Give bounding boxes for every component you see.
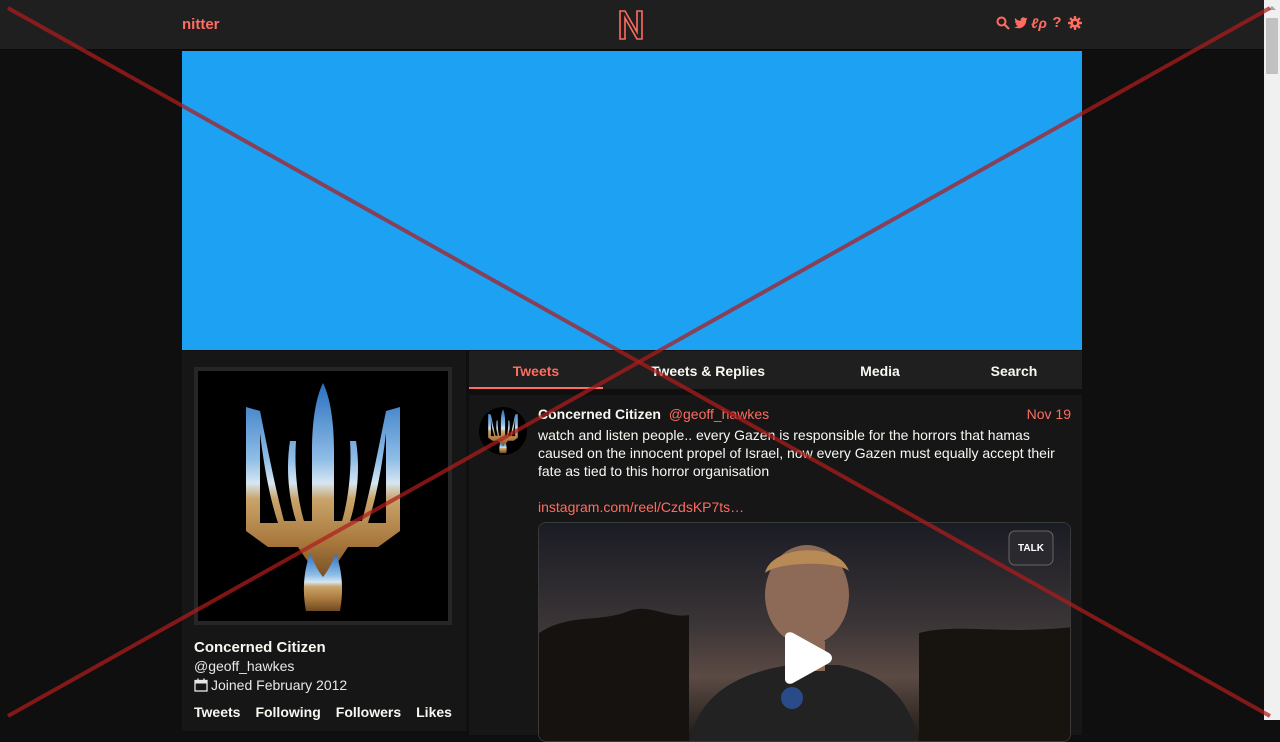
trident-emblem-icon	[488, 409, 518, 454]
stat-likes[interactable]: Likes	[416, 704, 452, 720]
tab-tweets-replies[interactable]: Tweets & Replies	[633, 351, 783, 389]
twitter-bird-icon[interactable]	[1014, 15, 1028, 31]
media-logo-text: TALK	[1018, 543, 1045, 554]
help-icon[interactable]: ?	[1050, 15, 1064, 31]
tweet-date[interactable]: Nov 19	[1027, 406, 1071, 422]
tab-search[interactable]: Search	[963, 351, 1065, 389]
page-scrollbar[interactable]	[1264, 0, 1280, 720]
navbar: nitter ℓρ ?	[0, 0, 1264, 50]
calendar-icon	[194, 678, 208, 692]
stat-followers[interactable]: Followers	[336, 704, 401, 720]
tweet-link[interactable]: instagram.com/reel/CzdsKP7ts…	[538, 499, 744, 515]
scrollbar-thumb[interactable]	[1266, 18, 1278, 74]
tweet-text: watch and listen people.. every Gazen is…	[538, 427, 1055, 479]
nitter-home-link[interactable]: nitter	[182, 16, 220, 33]
nav-icons: ℓρ ?	[996, 15, 1082, 31]
nitter-logo-icon[interactable]	[617, 8, 645, 42]
profile-card: Concerned Citizen @geoff_hawkes Joined F…	[182, 351, 466, 731]
trident-emblem-icon	[246, 383, 400, 611]
tab-media[interactable]: Media	[829, 351, 931, 389]
profile-joined-text: Joined February 2012	[211, 677, 348, 693]
profile-handle[interactable]: @geoff_hawkes	[194, 658, 294, 674]
profile-stats: Tweets Following Followers Likes	[194, 704, 452, 720]
search-icon[interactable]	[996, 15, 1010, 31]
tab-tweets[interactable]: Tweets	[469, 351, 603, 389]
rss-icon[interactable]: ℓρ	[1031, 15, 1047, 31]
stat-following[interactable]: Following	[255, 704, 320, 720]
tweet-author-name[interactable]: Concerned Citizen	[538, 406, 661, 422]
video-thumbnail: TALK	[539, 523, 1070, 741]
tweet-header: Concerned Citizen @geoff_hawkes Nov 19	[538, 406, 1071, 424]
tweet-video[interactable]: TALK	[538, 522, 1071, 742]
profile-banner	[182, 51, 1082, 350]
profile-joined: Joined February 2012	[194, 677, 347, 693]
profile-name: Concerned Citizen	[194, 639, 326, 656]
stat-tweets[interactable]: Tweets	[194, 704, 240, 720]
gear-icon[interactable]	[1068, 15, 1082, 31]
tweet-author-username[interactable]: @geoff_hawkes	[669, 406, 769, 422]
timeline-tabs: Tweets Tweets & Replies Media Search	[469, 351, 1082, 389]
profile-avatar[interactable]	[194, 367, 452, 625]
scroll-up-arrow-icon[interactable]	[1264, 0, 1280, 16]
tweet-item[interactable]: Concerned Citizen @geoff_hawkes Nov 19 w…	[469, 395, 1082, 742]
tweet-avatar[interactable]	[479, 407, 527, 455]
